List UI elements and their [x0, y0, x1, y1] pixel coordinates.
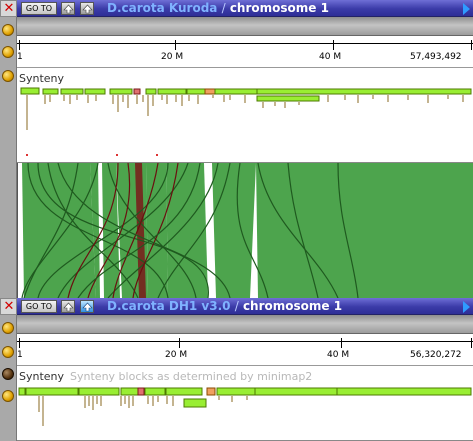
top-ruler-tick: [19, 40, 20, 50]
top-ruler-label: 40 M: [319, 52, 342, 62]
top-title-bar: GO TO D.carota Kuroda / chromosome 1: [17, 0, 473, 17]
bottom-ruler-label: 20 M: [165, 350, 188, 360]
bottom-ruler-label: 40 M: [327, 350, 350, 360]
bottom-overview-bar[interactable]: [17, 315, 473, 334]
bottom-chromosome-name[interactable]: chromosome 1: [243, 299, 342, 313]
top-ruler-tick: [471, 40, 472, 50]
bottom-ruler-label: 1: [17, 350, 23, 360]
close-icon: ✕: [3, 299, 15, 314]
top-side-gear-icon[interactable]: [2, 24, 14, 36]
top-track-features[interactable]: [17, 68, 473, 163]
top-ruler-tick: [333, 40, 334, 50]
bottom-ruler-line: [17, 341, 473, 342]
top-genome-name[interactable]: D.carota Kuroda: [107, 1, 217, 15]
top-close-button[interactable]: ✕: [0, 0, 17, 17]
top-goto-button[interactable]: GO TO: [21, 2, 57, 15]
synteny-comparison-view[interactable]: [17, 163, 473, 298]
bottom-title: D.carota DH1 v3.0 / chromosome 1: [107, 299, 342, 314]
bottom-ruler[interactable]: 1 20 M 40 M 56,320,272: [17, 334, 473, 366]
bottom-side-gear-icon[interactable]: [2, 322, 14, 334]
bottom-synteny-track[interactable]: Synteny Synteny blocks as determined by m…: [17, 366, 473, 441]
bottom-title-bar: GO TO D.carota DH1 v3.0 / chromosome 1: [17, 298, 473, 315]
bottom-track-features[interactable]: [17, 366, 473, 441]
top-overview-bar[interactable]: [17, 17, 473, 36]
bottom-up-button[interactable]: [61, 300, 75, 313]
synteny-ribbons[interactable]: [18, 163, 473, 298]
bottom-title-separator: /: [234, 299, 239, 313]
play-arrow-icon[interactable]: [463, 301, 470, 313]
bottom-ruler-tick: [19, 338, 20, 348]
bottom-close-button[interactable]: ✕: [0, 298, 17, 315]
bottom-side-toolbar: ✕: [0, 298, 17, 441]
synteny-left-gutter: [0, 163, 17, 298]
top-genome-panel: ✕ GO TO D.carota Kuroda / chromosome 1 1…: [0, 0, 473, 163]
bottom-side-gear-icon[interactable]: [2, 346, 14, 358]
top-title: D.carota Kuroda / chromosome 1: [107, 1, 329, 16]
bottom-genome-panel: ✕ GO TO D.carota DH1 v3.0 / chromosome 1…: [0, 298, 473, 441]
up-arrow-icon: [63, 302, 74, 312]
upload-icon: [82, 4, 93, 14]
top-synteny-track[interactable]: Synteny: [17, 68, 473, 163]
bottom-ruler-tick: [341, 338, 342, 348]
top-ruler-label: 1: [17, 52, 23, 62]
play-arrow-icon[interactable]: [463, 3, 470, 15]
top-side-gear-icon[interactable]: [2, 70, 14, 82]
bottom-side-gear-icon[interactable]: [2, 390, 14, 402]
bottom-upload-button[interactable]: [80, 300, 94, 313]
top-ruler-label: 20 M: [161, 52, 184, 62]
bottom-ruler-tick: [179, 338, 180, 348]
bottom-ruler-label: 56,320,272: [410, 350, 462, 360]
bottom-ruler-tick: [471, 338, 472, 348]
top-ruler-label: 57,493,492: [410, 52, 462, 62]
top-chromosome-name[interactable]: chromosome 1: [230, 1, 329, 15]
upload-icon: [82, 302, 93, 312]
top-ruler-tick: [175, 40, 176, 50]
bottom-goto-button[interactable]: GO TO: [21, 300, 57, 313]
up-arrow-icon: [63, 4, 74, 14]
close-icon: ✕: [3, 1, 15, 16]
top-side-gear-icon[interactable]: [2, 46, 14, 58]
bottom-side-dark-icon[interactable]: [2, 368, 14, 380]
top-ruler-line: [17, 43, 473, 44]
top-upload-button[interactable]: [80, 2, 94, 15]
top-ruler[interactable]: 1 20 M 40 M 57,493,492: [17, 36, 473, 68]
top-title-separator: /: [221, 1, 226, 15]
top-up-button[interactable]: [61, 2, 75, 15]
bottom-genome-name[interactable]: D.carota DH1 v3.0: [107, 299, 231, 313]
top-side-toolbar: ✕: [0, 0, 17, 163]
